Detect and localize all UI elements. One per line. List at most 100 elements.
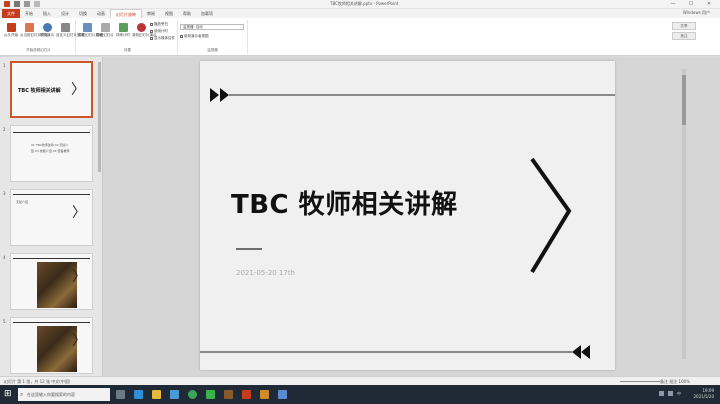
thumbnail-title: TBC 牧师相关讲解 [18, 88, 61, 94]
window-controls: — ☐ ✕ [664, 0, 718, 8]
thumbnail-heading: 天赋介绍 [16, 200, 29, 204]
group-label-setup: 设置 [124, 48, 131, 52]
thumbnail-number: 5 [3, 319, 6, 324]
group-label-monitors: 监视器 [207, 48, 218, 52]
checkbox-icon [150, 23, 153, 26]
setup-show-button[interactable]: 设置幻灯片放映 [78, 23, 103, 38]
thumbnail-photo [37, 262, 77, 308]
scrollbar-thumb[interactable] [682, 75, 686, 125]
group-label-start: 开始放映幻灯片 [26, 48, 51, 52]
checkbox-icon [150, 30, 153, 33]
tab-view[interactable]: 视图 [160, 9, 178, 18]
thumbnail-number: 1 [3, 63, 6, 68]
double-arrow-left-icon-second [581, 345, 590, 359]
tab-file[interactable]: 文件 [2, 9, 20, 18]
windows-start-icon[interactable]: ⊞ [4, 389, 12, 399]
maximize-button[interactable]: ☐ [682, 0, 700, 8]
minimize-button[interactable]: — [664, 0, 682, 8]
windows-taskbar: ⊞ ⌕ 在这里输入你要搜索的内容 中 19:09 2021/5/20 [0, 385, 720, 404]
double-arrow-left-icon [572, 345, 581, 359]
thumbnail-number: 2 [3, 127, 6, 132]
file-explorer-icon[interactable] [152, 390, 161, 399]
language-indicator[interactable]: 中 [677, 391, 682, 396]
taskbar-search-box[interactable]: ⌕ 在这里输入你要搜索的内容 [18, 388, 110, 401]
wechat-icon[interactable] [206, 390, 215, 399]
tab-home[interactable]: 开始 [20, 9, 38, 18]
quick-access-toolbar [4, 1, 40, 7]
editor-scrollbar[interactable] [682, 69, 686, 359]
thumbnail-slide-2[interactable]: 01 TBC牧师改动 02 天赋介绍 03 技能介绍 04 装备推荐 [10, 125, 93, 182]
tab-animations[interactable]: 动画 [92, 9, 110, 18]
tab-transitions[interactable]: 切换 [74, 9, 92, 18]
thumbnail-slide-4[interactable]: 〉 [10, 253, 93, 310]
custom-show-button[interactable]: 自定义幻灯片放映 [56, 23, 84, 38]
powerpoint-icon[interactable] [242, 390, 251, 399]
tab-design[interactable]: 设计 [56, 9, 74, 18]
clock[interactable]: 19:09 2021/5/20 [693, 388, 714, 400]
slide-title: TBC 牧师相关讲解 [231, 190, 458, 220]
presenter-view-checkbox[interactable]: 使用演示者视图 [180, 34, 209, 39]
chevron-right-icon: 〉 [72, 333, 86, 349]
custom-show-icon [60, 23, 70, 32]
thumbnail-rule [13, 194, 90, 195]
use-timings-checkbox[interactable]: 使用计时 [150, 29, 168, 34]
chevron-right-icon: 〉 [72, 269, 86, 285]
app-icon[interactable] [260, 390, 269, 399]
zoom-slider[interactable] [620, 381, 660, 382]
game-app-icon[interactable] [224, 390, 233, 399]
tab-slideshow[interactable]: 幻灯片放映 [110, 9, 142, 18]
timer-icon [118, 23, 128, 32]
chevron-right-icon: 〉 [72, 205, 86, 221]
redo-icon[interactable] [34, 1, 40, 7]
record-show-button[interactable]: 录制幻灯片演示 [132, 23, 157, 38]
thumbnail-slide-3[interactable]: 天赋介绍 〉 [10, 189, 93, 246]
tab-insert[interactable]: 插入 [38, 9, 56, 18]
tab-addins[interactable]: 加载项 [196, 9, 218, 18]
thumbnail-scrollbar[interactable] [98, 62, 101, 172]
hide-slide-button[interactable]: 隐藏幻灯片 [96, 23, 114, 38]
save-icon[interactable] [14, 1, 20, 7]
window-title: TBC牧师相关讲解.pptx - PowerPoint [330, 1, 399, 6]
thumbnail-slide-1[interactable]: TBC 牧师相关讲解 〉 [10, 61, 93, 118]
from-beginning-button[interactable]: 从头开始 [2, 23, 20, 38]
present-online-button[interactable]: 联机演示 [38, 23, 56, 38]
ribbon: 从头开始 从当前幻灯片开始 联机演示 自定义幻灯片放映 开始放映幻灯片 设置幻灯… [0, 18, 720, 56]
user-name[interactable]: Windows 用户 [683, 10, 710, 16]
thumbnail-rule [13, 258, 90, 259]
tab-help[interactable]: 帮助 [178, 9, 196, 18]
show-media-controls-checkbox[interactable]: 显示媒体控件 [150, 36, 175, 41]
play-icon [6, 23, 16, 32]
thumbnail-agenda: 01 TBC牧师改动 02 天赋介绍 03 技能介绍 04 装备推荐 [31, 143, 70, 153]
hide-slide-icon [100, 23, 110, 32]
rehearse-timings-button[interactable]: 排练计时 [114, 23, 132, 38]
play-narrations-checkbox[interactable]: 播放旁白 [150, 22, 168, 27]
app-icon-2[interactable] [278, 390, 287, 399]
slide-canvas[interactable]: TBC 牧师相关讲解 2021-05-20 17th [200, 61, 615, 370]
slide-date: 2021-05-20 17th [236, 269, 295, 277]
taskbar-apps [116, 390, 287, 399]
ribbon-side-buttons: 共享 批注 [672, 22, 698, 48]
volume-icon[interactable] [668, 391, 673, 396]
task-view-icon[interactable] [116, 390, 125, 399]
thumbnail-slide-5[interactable]: 〉 [10, 317, 93, 374]
undo-icon[interactable] [24, 1, 30, 7]
comments-button[interactable]: 批注 [672, 32, 696, 40]
double-arrow-icon [210, 88, 219, 102]
search-icon: ⌕ [20, 391, 24, 398]
monitor-select[interactable]: 监视器: 自动 [180, 24, 244, 30]
close-button[interactable]: ✕ [700, 0, 718, 8]
store-icon[interactable] [170, 390, 179, 399]
setup-icon [82, 23, 92, 32]
thumbnail-number: 3 [3, 191, 6, 196]
autosave-icon[interactable] [4, 1, 10, 7]
share-button[interactable]: 共享 [672, 22, 696, 30]
checkbox-icon [150, 37, 153, 40]
thumbnail-number: 4 [3, 255, 6, 260]
chrome-icon[interactable] [188, 390, 197, 399]
status-bar: 幻灯片 第 1 张，共 12 张 中文(中国) 备注 批注 100% [0, 376, 720, 385]
thumbnail-rule [13, 132, 90, 133]
network-icon[interactable] [659, 391, 664, 396]
from-current-button[interactable]: 从当前幻灯片开始 [20, 23, 48, 38]
tab-review[interactable]: 审阅 [142, 9, 160, 18]
edge-icon[interactable] [134, 390, 143, 399]
